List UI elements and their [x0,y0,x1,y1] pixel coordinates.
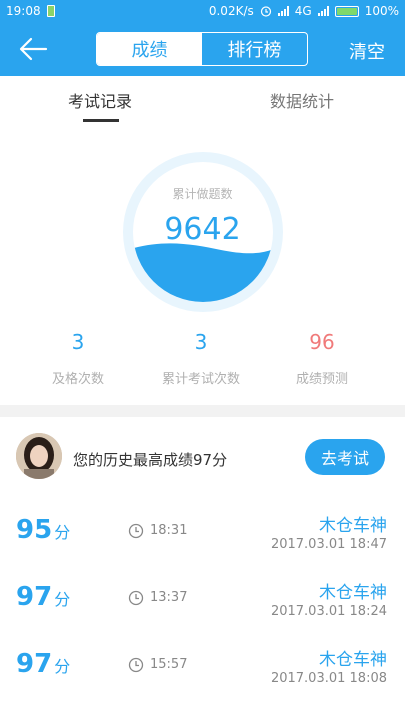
clock-icon [128,657,144,673]
record-name: 木仓车神 [319,516,387,536]
battery-icon [334,5,359,17]
score-unit: 分 [54,590,71,609]
arrow-left-icon[interactable] [18,36,48,62]
network-type: 4G [294,4,312,18]
segment-control: 成绩 排行榜 [96,32,308,66]
stat-label: 及格次数 [51,372,104,387]
clock-icon [128,523,144,539]
record-date: 2017.03.01 18:24 [270,604,387,619]
record-date: 2017.03.01 18:47 [270,537,387,552]
score-value: 95 [16,515,53,545]
segment-scores[interactable]: 成绩 [97,33,202,65]
record-name: 木仓车神 [319,583,387,603]
stat-value: 3 [71,330,85,354]
stat-exam-count: 3 累计考试次数 [141,330,261,387]
status-bar: 19:08 0.02K/s 4G 100% [0,0,405,22]
best-score-bar: 您的历史最高成绩97分 去考试 [0,417,405,501]
exam-record-list: 95 分 18:31 木仓车神 2017.03.01 18:47 97 分 13:3… [0,497,405,698]
score-value: 97 [16,582,53,612]
tab-exam-records[interactable]: 考试记录 [68,88,132,112]
stat-score-prediction: 96 成绩预测 [262,330,382,387]
stat-value: 3 [194,330,208,354]
list-item[interactable]: 97 分 15:57 木仓车神 2017.03.01 18:08 [0,631,405,698]
record-score: 97 分 [16,649,70,679]
list-item[interactable]: 97 分 13:37 木仓车神 2017.03.01 18:24 [0,564,405,631]
header: 成绩 排行榜 清空 [0,22,405,76]
tab-bar: 考试记录 数据统计 [0,76,405,122]
avatar [16,433,62,479]
active-tab-indicator [83,119,119,122]
record-date: 2017.03.01 18:08 [270,671,387,686]
record-duration: 15:57 [150,657,188,672]
stat-label: 成绩预测 [295,372,348,387]
signal-icon-2 [317,6,329,16]
alarm-icon [260,6,271,17]
net-speed: 0.02K/s [208,4,254,18]
gauge-label: 累计做题数 [172,187,233,201]
gauge-value: 9642 [164,212,241,247]
status-time: 19:08 [6,4,41,18]
stats-row: 3 及格次数 3 累计考试次数 96 成绩预测 [0,330,405,390]
score-unit: 分 [54,523,71,542]
record-duration: 13:37 [150,590,188,605]
tab-data-stats[interactable]: 数据统计 [270,88,334,112]
list-item[interactable]: 95 分 18:31 木仓车神 2017.03.01 18:47 [0,497,405,564]
stat-value: 96 [309,330,335,354]
sim-icon [46,5,55,17]
score-value: 97 [16,649,53,679]
take-exam-button[interactable]: 去考试 [305,439,385,475]
record-score: 95 分 [16,515,70,545]
clock-icon [128,590,144,606]
stat-pass-count: 3 及格次数 [18,330,138,387]
record-name: 木仓车神 [319,650,387,670]
section-divider [0,405,405,417]
clear-button[interactable]: 清空 [349,38,385,64]
stat-label: 累计考试次数 [161,372,240,387]
score-unit: 分 [54,657,71,676]
segment-ranking[interactable]: 排行榜 [202,33,307,65]
record-score: 97 分 [16,582,70,612]
best-score-text: 您的历史最高成绩97分 [73,451,228,469]
signal-icon [277,6,289,16]
record-duration: 18:31 [150,523,188,538]
battery-level: 100% [364,4,399,18]
